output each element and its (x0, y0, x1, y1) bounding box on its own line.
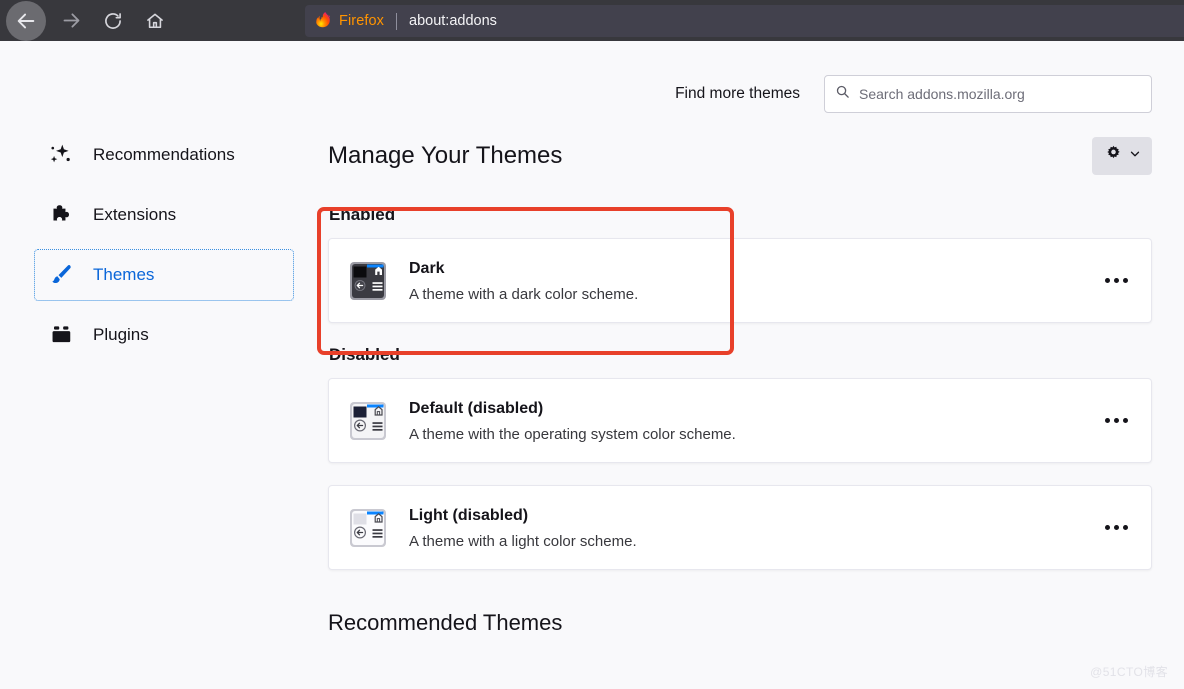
main-header: Manage Your Themes (328, 129, 1152, 183)
find-more-themes-label: Find more themes (675, 85, 800, 102)
find-more-themes-row: Find more themes (675, 75, 1152, 113)
forward-arrow-icon (61, 10, 82, 31)
addons-search-box[interactable] (824, 75, 1152, 113)
theme-card-text: Default (disabled) A theme with the oper… (409, 398, 1099, 443)
more-options-icon[interactable] (1099, 513, 1133, 543)
sparkle-icon (46, 140, 76, 170)
chevron-down-icon (1129, 147, 1141, 165)
sidebar-item-themes[interactable]: Themes (34, 249, 294, 301)
sidebar-item-label: Themes (93, 265, 155, 284)
search-icon (835, 84, 850, 104)
tools-for-all-addons-button[interactable] (1092, 137, 1152, 175)
forward-button[interactable] (50, 3, 92, 39)
more-options-icon[interactable] (1099, 406, 1133, 436)
plugin-icon (46, 320, 76, 350)
sidebar-item-label: Extensions (93, 205, 177, 224)
url-text: about:addons (409, 13, 497, 29)
more-options-icon[interactable] (1099, 266, 1133, 296)
dark-theme-thumbnail (345, 258, 391, 304)
sidebar-item-recommendations[interactable]: Recommendations (34, 129, 294, 181)
browser-toolbar: Firefox about:addons (0, 0, 1184, 41)
sidebar-item-plugins[interactable]: Plugins (34, 309, 294, 361)
paintbrush-icon (46, 260, 76, 290)
theme-description: A theme with the operating system color … (409, 425, 736, 443)
theme-description: A theme with a dark color scheme. (409, 285, 639, 303)
theme-name: Default (disabled) (409, 400, 544, 418)
sidebar-item-extensions[interactable]: Extensions (34, 189, 294, 241)
reload-icon (103, 11, 123, 31)
home-icon (145, 11, 165, 31)
reload-button[interactable] (92, 3, 134, 39)
navigation-buttons (0, 0, 176, 41)
light-theme-thumbnail (345, 505, 391, 551)
section-heading-recommended-themes: Recommended Themes (328, 610, 563, 635)
theme-card-light[interactable]: Light (disabled) A theme with a light co… (328, 485, 1152, 570)
theme-card-text: Dark A theme with a dark color scheme. (409, 258, 1099, 303)
section-heading-enabled: Enabled (329, 205, 396, 224)
sidebar-item-label: Recommendations (93, 145, 235, 164)
default-theme-thumbnail (345, 398, 391, 444)
theme-card-default[interactable]: Default (disabled) A theme with the oper… (328, 378, 1152, 463)
themes-main-column: Manage Your Themes Enabled Dark A theme … (328, 129, 1152, 636)
theme-card-text: Light (disabled) A theme with a light co… (409, 505, 1099, 550)
firefox-brand-label: Firefox (339, 13, 385, 29)
firefox-brand-chip: Firefox (314, 10, 384, 33)
page-title: Manage Your Themes (328, 142, 563, 169)
urlbar-container: Firefox about:addons (305, 5, 1184, 37)
watermark: @51CTO博客 (1090, 665, 1168, 679)
section-heading-disabled: Disabled (329, 345, 400, 364)
categories-sidebar: Recommendations Extensions Themes Plugin… (0, 129, 300, 369)
firefox-logo-icon (314, 10, 332, 33)
puzzle-piece-icon (46, 200, 76, 230)
theme-card-dark[interactable]: Dark A theme with a dark color scheme. (328, 238, 1152, 323)
addons-page: Find more themes Recommendations (0, 41, 1184, 689)
back-arrow-icon (15, 10, 37, 32)
gear-icon (1104, 144, 1123, 168)
back-button[interactable] (6, 0, 46, 41)
theme-description: A theme with a light color scheme. (409, 532, 637, 550)
theme-name: Light (disabled) (409, 507, 529, 525)
urlbar-separator (396, 12, 398, 30)
address-bar[interactable]: Firefox about:addons (305, 5, 1184, 37)
search-input[interactable] (859, 86, 1141, 102)
sidebar-item-label: Plugins (93, 325, 149, 344)
theme-name: Dark (409, 260, 445, 278)
home-button[interactable] (134, 3, 176, 39)
